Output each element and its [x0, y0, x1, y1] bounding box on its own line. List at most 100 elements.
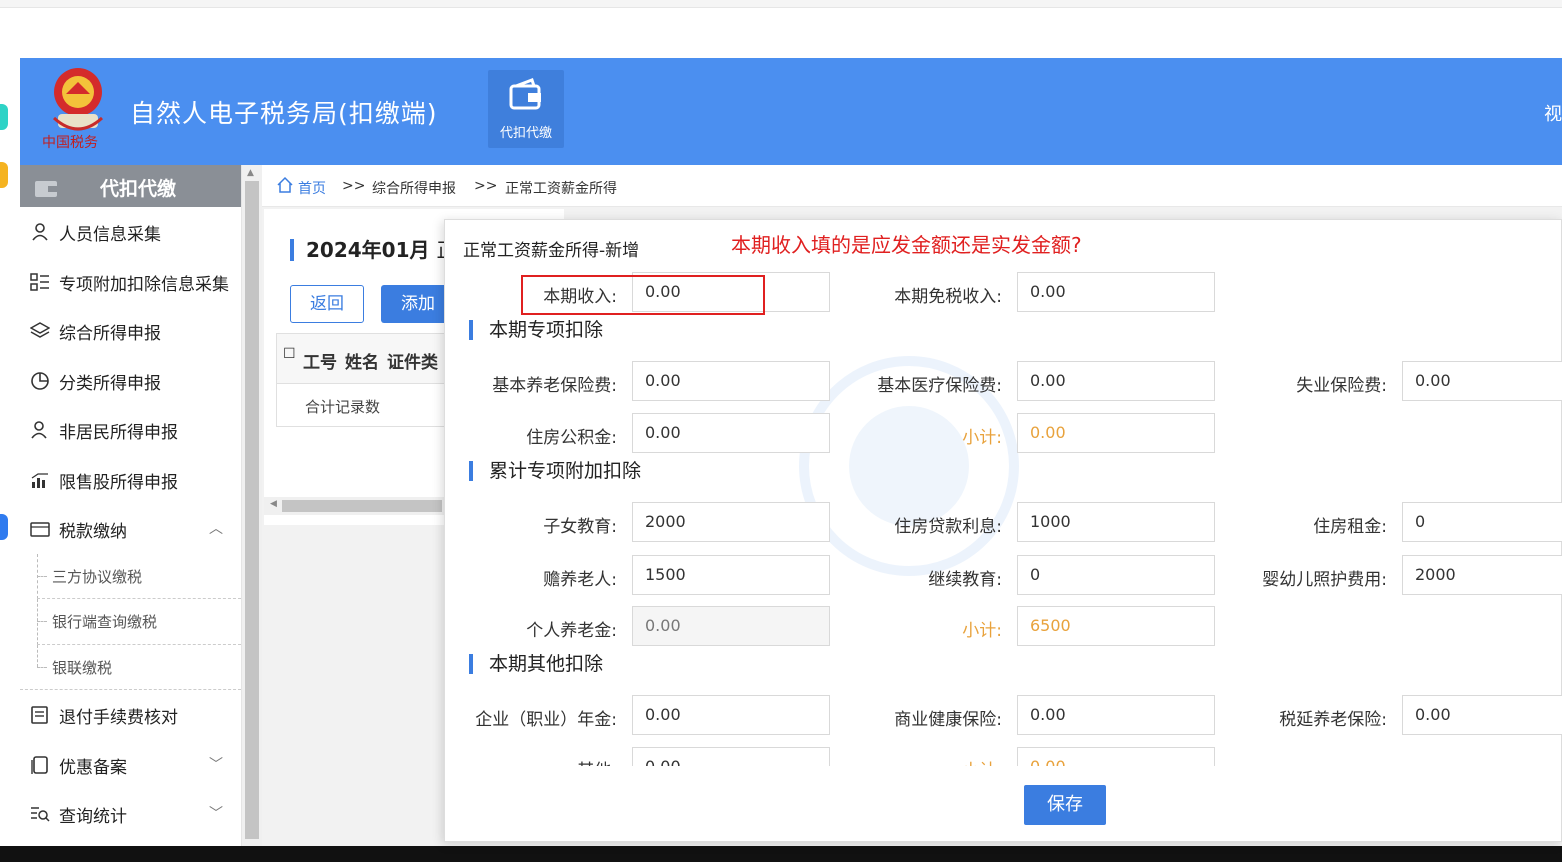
- chevron-down-icon[interactable]: ﹀: [209, 754, 223, 774]
- sidebar-item-nonresident-income[interactable]: 非居民所得申报: [20, 405, 241, 455]
- section-special-deduction: 本期专项扣除: [469, 320, 603, 340]
- add-salary-dialog: 正常工资薪金所得-新增 本期收入填的是应发金额还是实发金额? 本期收入: 0.0…: [444, 219, 1562, 842]
- dialog-title: 正常工资薪金所得-新增: [463, 241, 640, 261]
- sidebar-item-personnel-info[interactable]: 人员信息采集: [20, 207, 241, 257]
- continuing-education-input[interactable]: 0: [1017, 555, 1215, 595]
- sidebar-item-query-stats[interactable]: 查询统计 ﹀: [20, 789, 241, 839]
- housing-loan-input[interactable]: 1000: [1017, 502, 1215, 542]
- sidebar-item-classified-income[interactable]: 分类所得申报: [20, 356, 241, 406]
- sidebar-scrollbar[interactable]: ▲: [242, 165, 262, 846]
- scrollbar-thumb[interactable]: [245, 181, 259, 839]
- sidebar-subitem-label: 银联缴税: [52, 658, 113, 677]
- pension-input[interactable]: 0.00: [632, 361, 830, 401]
- period-label: 2024年01月: [306, 238, 430, 262]
- sidebar-subitem-tripartite[interactable]: 三方协议缴税: [20, 553, 241, 599]
- sidebar-item-label: 人员信息采集: [59, 225, 161, 245]
- additional-subtotal-value: 6500: [1017, 606, 1215, 646]
- section-additional-deduction: 累计专项附加扣除: [469, 461, 641, 481]
- app-dock-icon[interactable]: [0, 162, 8, 188]
- sidebar-item-restricted-shares[interactable]: 限售股所得申报: [20, 455, 241, 505]
- breadcrumb-level1[interactable]: 综合所得申报: [372, 178, 456, 198]
- copy-icon: [31, 755, 48, 774]
- unemployment-input[interactable]: 0.00: [1402, 361, 1562, 401]
- app-title: 自然人电子税务局(扣缴端): [130, 99, 438, 128]
- sidebar: 代扣代缴 人员信息采集 专项附加扣除信息采集 综合所得申报 分类所得申报 非居民…: [20, 165, 242, 846]
- sidebar-item-label: 优惠备案: [59, 757, 127, 778]
- dialog-form: 本期收入: 0.00 本期免税收入: 0.00 本期专项扣除 基本养老保险费: …: [445, 270, 1562, 766]
- summary-label: 合计: [305, 398, 336, 416]
- table-summary-row: 合计记录数: [305, 396, 380, 417]
- children-education-input[interactable]: 2000: [632, 502, 830, 542]
- deferred-pension-input[interactable]: 0.00: [1402, 695, 1562, 735]
- scroll-up-arrow-icon[interactable]: ▲: [247, 168, 254, 178]
- health-insurance-input[interactable]: 0.00: [1017, 695, 1215, 735]
- app-dock-icon[interactable]: [0, 514, 8, 540]
- table-col-header[interactable]: 姓名: [345, 348, 379, 373]
- tax-free-income-label: 本期免税收入:: [894, 287, 1002, 307]
- continuing-education-label: 继续教育:: [928, 570, 1002, 590]
- housing-rent-input[interactable]: 0: [1402, 502, 1562, 542]
- sidebar-subitem-unionpay[interactable]: 银联缴税: [20, 644, 241, 690]
- scroll-left-arrow-icon[interactable]: ◀: [270, 499, 277, 509]
- sidebar-header-label: 代扣代缴: [100, 178, 177, 200]
- medical-label: 基本医疗保险费:: [877, 376, 1002, 396]
- special-subtotal-value: 0.00: [1017, 413, 1215, 453]
- home-icon[interactable]: [276, 176, 294, 198]
- personal-pension-input: 0.00: [632, 606, 830, 646]
- annuity-input[interactable]: 0.00: [632, 695, 830, 735]
- list-icon: [30, 272, 49, 291]
- sidebar-subitem-bank-query[interactable]: 银行端查询缴税: [20, 599, 241, 645]
- sidebar-item-fee-reconcile[interactable]: 退付手续费核对: [20, 690, 241, 740]
- tax-free-income-input[interactable]: 0.00: [1017, 272, 1215, 312]
- layers-icon: [30, 322, 50, 338]
- sidebar-item-label: 非居民所得申报: [59, 423, 178, 443]
- pension-label: 基本养老保险费:: [492, 376, 617, 396]
- scrollbar-thumb[interactable]: [282, 500, 442, 512]
- wallet-icon: [509, 78, 541, 110]
- chevron-up-icon[interactable]: ︿: [209, 518, 223, 538]
- breadcrumb: 首页 >> 综合所得申报 >> 正常工资薪金所得: [262, 165, 1562, 207]
- sidebar-item-special-deduction[interactable]: 专项附加扣除信息采集: [20, 257, 241, 307]
- bar-chart-icon: [31, 472, 48, 488]
- housing-rent-label: 住房租金:: [1313, 517, 1387, 537]
- annotation-highlight-box: [521, 275, 765, 315]
- housing-fund-input[interactable]: 0.00: [632, 413, 830, 453]
- medical-input[interactable]: 0.00: [1017, 361, 1215, 401]
- pie-icon: [31, 371, 49, 390]
- chevron-down-icon[interactable]: ﹀: [209, 803, 223, 823]
- app-dock-icon[interactable]: [0, 104, 8, 130]
- sidebar-item-label: 查询统计: [59, 807, 127, 827]
- receipt-icon: [31, 706, 48, 724]
- header-right-link[interactable]: 视: [1544, 100, 1562, 126]
- save-button[interactable]: 保存: [1024, 785, 1106, 825]
- other-input[interactable]: 0.00: [632, 747, 830, 766]
- sidebar-item-tax-payment[interactable]: 税款缴纳 ︿: [20, 504, 241, 554]
- user-icon: [31, 421, 47, 439]
- additional-subtotal-label: 小计:: [962, 621, 1002, 641]
- sidebar-item-preferential-filing[interactable]: 优惠备案 ﹀: [20, 740, 241, 790]
- nav-tile-withholding[interactable]: 代扣代缴: [488, 70, 564, 148]
- sidebar-item-comprehensive-income[interactable]: 综合所得申报: [20, 306, 241, 356]
- table-col-header[interactable]: 工号: [303, 348, 337, 373]
- infant-care-input[interactable]: 2000: [1402, 555, 1562, 595]
- elderly-support-label: 赡养老人:: [543, 570, 617, 590]
- select-all-checkbox[interactable]: ☐: [283, 346, 296, 362]
- annotation-note: 本期收入填的是应发金额还是实发金额?: [731, 233, 1082, 257]
- sidebar-item-label: 分类所得申报: [59, 373, 161, 394]
- sidebar-item-label: 专项附加扣除信息采集: [59, 274, 229, 295]
- taskbar: [0, 846, 1562, 862]
- desktop-left-strip: [0, 58, 20, 848]
- nav-tile-label: 代扣代缴: [499, 126, 552, 141]
- section-other-deduction: 本期其他扣除: [469, 654, 603, 674]
- sidebar-item-label: 综合所得申报: [59, 324, 161, 344]
- health-insurance-label: 商业健康保险:: [894, 710, 1002, 730]
- breadcrumb-home[interactable]: 首页: [298, 178, 326, 198]
- children-education-label: 子女教育:: [543, 517, 617, 537]
- other-subtotal-label: 小计:: [845, 756, 1002, 766]
- elderly-support-input[interactable]: 1500: [632, 555, 830, 595]
- sidebar-item-label: 退付手续费核对: [59, 708, 178, 728]
- summary-count-label: 记录数: [335, 398, 381, 416]
- back-button[interactable]: 返回: [290, 285, 364, 323]
- unemployment-label: 失业保险费:: [1296, 376, 1387, 396]
- table-col-header[interactable]: 证件类: [387, 348, 438, 373]
